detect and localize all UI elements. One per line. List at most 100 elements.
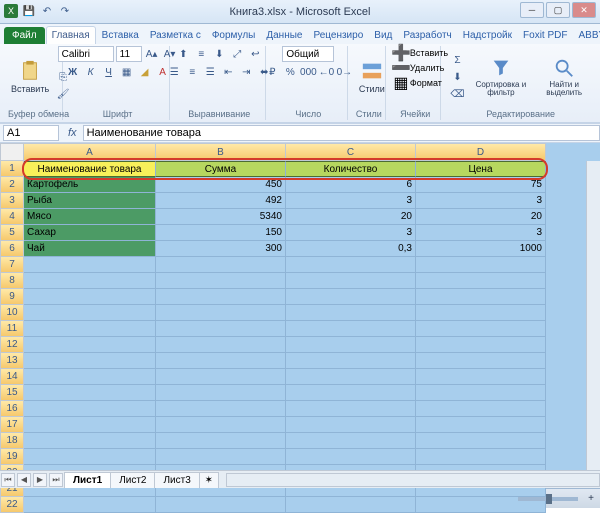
empty-cell[interactable] [24, 353, 156, 369]
empty-cell[interactable] [416, 289, 546, 305]
empty-cell[interactable] [416, 369, 546, 385]
align-right-icon[interactable]: ☰ [202, 64, 218, 80]
empty-cell[interactable] [156, 353, 286, 369]
bold-icon[interactable]: Ж [65, 64, 81, 80]
sheet-tab-1[interactable]: Лист1 [64, 472, 111, 488]
fill-icon[interactable]: ⬇ [449, 69, 465, 85]
empty-cell[interactable] [156, 385, 286, 401]
empty-cell[interactable] [416, 385, 546, 401]
spreadsheet-grid[interactable]: ABCD1Наименование товараСуммаКоличествоЦ… [0, 143, 600, 488]
tab-nav-prev[interactable]: ◀ [17, 473, 31, 487]
tab-nav-next[interactable]: ▶ [33, 473, 47, 487]
tab-layout[interactable]: Разметка с [145, 27, 206, 44]
header-cell[interactable]: Количество [286, 161, 416, 177]
empty-cell[interactable] [156, 337, 286, 353]
new-sheet-button[interactable]: ✶ [199, 472, 219, 488]
cell-name[interactable]: Сахар [24, 225, 156, 241]
row-header-4[interactable]: 4 [0, 209, 24, 225]
decrease-indent-icon[interactable]: ⇤ [220, 64, 236, 80]
decrease-decimal-icon[interactable]: 0→ [336, 64, 352, 80]
empty-cell[interactable] [24, 321, 156, 337]
cell-name[interactable]: Картофель [24, 177, 156, 193]
empty-cell[interactable] [286, 497, 416, 513]
empty-cell[interactable] [286, 321, 416, 337]
cell-sum[interactable]: 450 [156, 177, 286, 193]
cell-qty[interactable]: 20 [286, 209, 416, 225]
cell-sum[interactable]: 5340 [156, 209, 286, 225]
empty-cell[interactable] [156, 273, 286, 289]
row-header-22[interactable]: 22 [0, 497, 24, 513]
row-header-10[interactable]: 10 [0, 305, 24, 321]
empty-cell[interactable] [156, 417, 286, 433]
cell-sum[interactable]: 300 [156, 241, 286, 257]
row-header-9[interactable]: 9 [0, 289, 24, 305]
increase-font-icon[interactable]: A▴ [144, 46, 160, 62]
align-middle-icon[interactable]: ≡ [193, 46, 209, 62]
empty-cell[interactable] [416, 321, 546, 337]
italic-icon[interactable]: К [83, 64, 99, 80]
align-bottom-icon[interactable]: ⬇ [211, 46, 227, 62]
select-all-corner[interactable] [0, 143, 24, 161]
empty-cell[interactable] [156, 401, 286, 417]
tab-file[interactable]: Файл [4, 27, 45, 44]
tab-abbyy[interactable]: ABBYY PDF [573, 27, 600, 44]
empty-cell[interactable] [416, 305, 546, 321]
empty-cell[interactable] [156, 321, 286, 337]
empty-cell[interactable] [286, 385, 416, 401]
tab-home[interactable]: Главная [46, 26, 96, 44]
font-name-combo[interactable]: Calibri [58, 46, 114, 62]
cell-sum[interactable]: 150 [156, 225, 286, 241]
name-box[interactable]: A1 [3, 125, 59, 141]
empty-cell[interactable] [416, 257, 546, 273]
cell-sum[interactable]: 492 [156, 193, 286, 209]
increase-indent-icon[interactable]: ⇥ [238, 64, 254, 80]
empty-cell[interactable] [156, 305, 286, 321]
cell-price[interactable]: 3 [416, 225, 546, 241]
header-cell[interactable]: Наименование товара [24, 161, 156, 177]
format-cell-button[interactable]: ▦Формат [394, 76, 442, 90]
empty-cell[interactable] [24, 289, 156, 305]
row-header-5[interactable]: 5 [0, 225, 24, 241]
empty-cell[interactable] [416, 417, 546, 433]
row-header-7[interactable]: 7 [0, 257, 24, 273]
clear-icon[interactable]: ⌫ [449, 86, 465, 102]
tab-foxit[interactable]: Foxit PDF [518, 27, 572, 44]
row-header-2[interactable]: 2 [0, 177, 24, 193]
cell-qty[interactable]: 6 [286, 177, 416, 193]
row-header-11[interactable]: 11 [0, 321, 24, 337]
empty-cell[interactable] [416, 337, 546, 353]
empty-cell[interactable] [24, 497, 156, 513]
empty-cell[interactable] [24, 385, 156, 401]
cell-price[interactable]: 20 [416, 209, 546, 225]
percent-icon[interactable]: % [282, 64, 298, 80]
empty-cell[interactable] [286, 257, 416, 273]
row-header-15[interactable]: 15 [0, 385, 24, 401]
tab-developer[interactable]: Разработч [398, 27, 456, 44]
tab-nav-first[interactable]: ⏮ [1, 473, 15, 487]
empty-cell[interactable] [286, 417, 416, 433]
fx-icon[interactable]: fx [62, 127, 83, 139]
row-header-14[interactable]: 14 [0, 369, 24, 385]
cell-name[interactable]: Мясо [24, 209, 156, 225]
row-header-12[interactable]: 12 [0, 337, 24, 353]
empty-cell[interactable] [24, 369, 156, 385]
row-header-1[interactable]: 1 [0, 161, 24, 177]
empty-cell[interactable] [156, 433, 286, 449]
empty-cell[interactable] [416, 449, 546, 465]
empty-cell[interactable] [24, 305, 156, 321]
col-header-C[interactable]: C [286, 143, 416, 161]
empty-cell[interactable] [416, 273, 546, 289]
vertical-scrollbar[interactable] [586, 161, 600, 470]
col-header-A[interactable]: A [24, 143, 156, 161]
cell-name[interactable]: Рыба [24, 193, 156, 209]
align-left-icon[interactable]: ☰ [166, 64, 182, 80]
styles-button[interactable]: Стили [356, 58, 388, 96]
border-icon[interactable]: ▦ [119, 64, 135, 80]
empty-cell[interactable] [286, 273, 416, 289]
empty-cell[interactable] [156, 289, 286, 305]
horizontal-scrollbar[interactable] [226, 473, 600, 487]
tab-data[interactable]: Данные [261, 27, 307, 44]
empty-cell[interactable] [24, 449, 156, 465]
col-header-B[interactable]: B [156, 143, 286, 161]
number-format-combo[interactable]: Общий [282, 46, 334, 62]
